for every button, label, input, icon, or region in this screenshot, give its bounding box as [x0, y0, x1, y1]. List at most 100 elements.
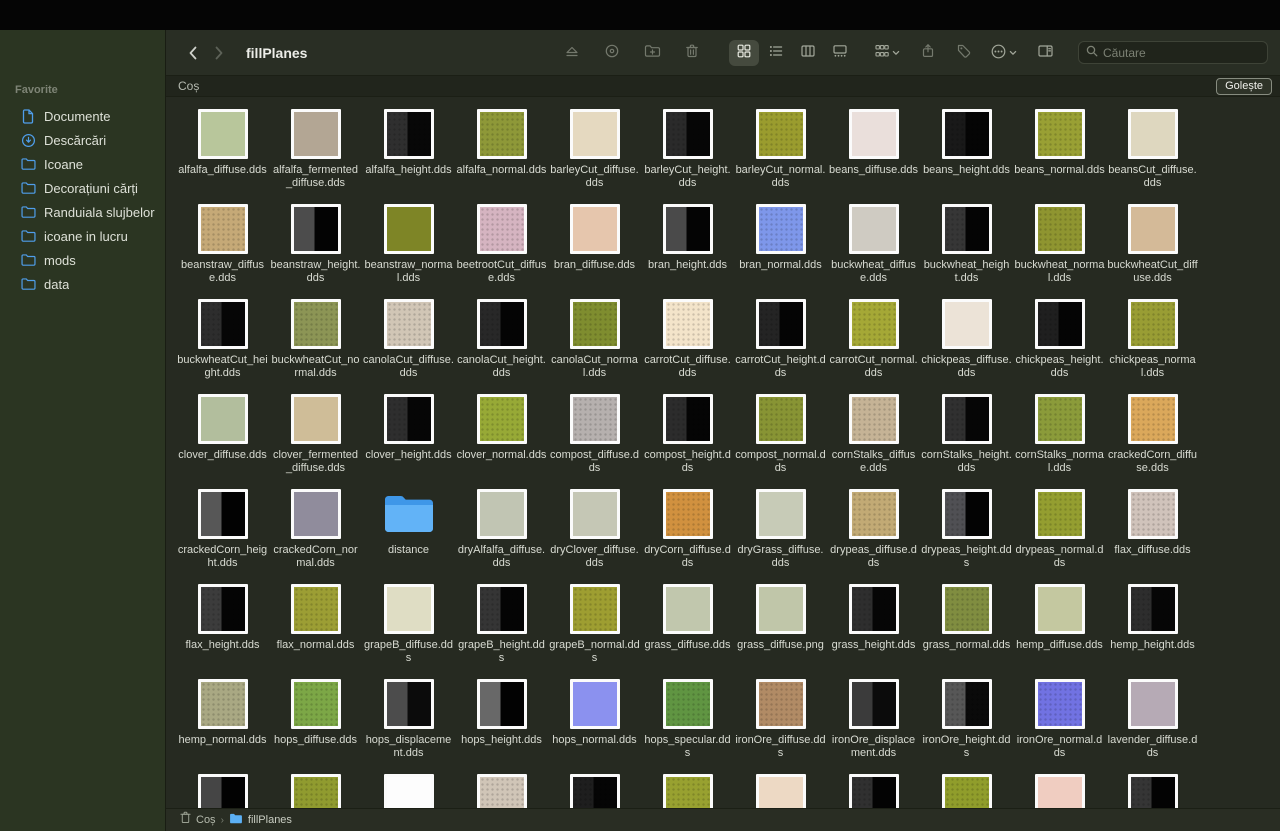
file-item[interactable]: carrotCut_normal.dds [827, 299, 920, 394]
sidebar-item-decoratiuni-carti[interactable]: Decorațiuni cărți [6, 176, 159, 200]
file-item[interactable]: flax_diffuse.dds [1106, 489, 1199, 584]
file-item[interactable]: chickpeas_normal.dds [1106, 299, 1199, 394]
file-item[interactable]: hemp_normal.dds [176, 679, 269, 774]
file-item[interactable]: dryClover_diffuse.dds [548, 489, 641, 584]
file-item[interactable]: cornStalks_normal.dds [1013, 394, 1106, 489]
breadcrumb-folder[interactable]: fillPlanes [248, 814, 292, 826]
file-item[interactable]: compost_diffuse.dds [548, 394, 641, 489]
file-item[interactable]: clover_height.dds [362, 394, 455, 489]
file-item[interactable]: hops_specular.dds [641, 679, 734, 774]
file-item[interactable]: clover_diffuse.dds [176, 394, 269, 489]
file-item[interactable]: grass_normal.dds [920, 584, 1013, 679]
file-item[interactable]: buckwheat_diffuse.dds [827, 204, 920, 299]
breadcrumb-trash[interactable]: Coș [196, 814, 216, 826]
file-item[interactable]: chickpeas_height.dds [1013, 299, 1106, 394]
tags-button[interactable] [949, 40, 979, 66]
file-item[interactable]: canolaCut_normal.dds [548, 299, 641, 394]
file-item[interactable]: buckwheat_height.dds [920, 204, 1013, 299]
file-item[interactable] [176, 774, 269, 808]
file-item[interactable]: flax_height.dds [176, 584, 269, 679]
eject-button[interactable] [557, 40, 587, 66]
file-item[interactable]: alfalfa_height.dds [362, 109, 455, 204]
file-item[interactable]: grapeB_diffuse.dds [362, 584, 455, 679]
file-item[interactable]: bran_normal.dds [734, 204, 827, 299]
file-item[interactable]: beanstraw_diffuse.dds [176, 204, 269, 299]
file-item[interactable]: grapeB_height.dds [455, 584, 548, 679]
file-item[interactable] [548, 774, 641, 808]
file-item[interactable]: buckwheatCut_diffuse.dds [1106, 204, 1199, 299]
file-item[interactable]: ironOre_diffuse.dds [734, 679, 827, 774]
disc-button[interactable] [597, 40, 627, 66]
file-item[interactable] [920, 774, 1013, 808]
file-item[interactable] [269, 774, 362, 808]
view-columns-button[interactable] [793, 40, 823, 66]
file-item[interactable] [641, 774, 734, 808]
file-item[interactable]: buckwheatCut_height.dds [176, 299, 269, 394]
sidebar-item-mods[interactable]: mods [6, 248, 159, 272]
preview-panel-button[interactable] [1030, 40, 1060, 66]
empty-trash-button[interactable]: Golește [1216, 78, 1272, 95]
sidebar-item-icoane[interactable]: Icoane [6, 152, 159, 176]
file-item[interactable]: alfalfa_diffuse.dds [176, 109, 269, 204]
sidebar-item-documente[interactable]: Documente [6, 104, 159, 128]
file-item[interactable]: compost_height.dds [641, 394, 734, 489]
file-item[interactable]: barleyCut_diffuse.dds [548, 109, 641, 204]
file-item[interactable]: beans_height.dds [920, 109, 1013, 204]
file-item[interactable]: flax_normal.dds [269, 584, 362, 679]
sidebar-item-randuiala-slujbelor[interactable]: Randuiala slujbelor [6, 200, 159, 224]
file-item[interactable]: canolaCut_diffuse.dds [362, 299, 455, 394]
forward-button[interactable] [206, 40, 232, 66]
file-item[interactable]: lavender_diffuse.dds [1106, 679, 1199, 774]
file-item[interactable]: clover_normal.dds [455, 394, 548, 489]
file-item[interactable]: drypeas_height.dds [920, 489, 1013, 584]
file-item[interactable]: grass_diffuse.png [734, 584, 827, 679]
file-item[interactable]: grapeB_normal.dds [548, 584, 641, 679]
file-item[interactable]: buckwheat_normal.dds [1013, 204, 1106, 299]
file-item[interactable]: carrotCut_height.dds [734, 299, 827, 394]
file-item[interactable]: drypeas_diffuse.dds [827, 489, 920, 584]
file-item[interactable]: hops_normal.dds [548, 679, 641, 774]
file-item[interactable]: carrotCut_diffuse.dds [641, 299, 734, 394]
file-item[interactable]: cornStalks_height.dds [920, 394, 1013, 489]
file-item[interactable]: alfalfa_normal.dds [455, 109, 548, 204]
file-item[interactable]: bran_height.dds [641, 204, 734, 299]
search-input[interactable] [1103, 46, 1260, 60]
file-item[interactable]: hemp_height.dds [1106, 584, 1199, 679]
file-item[interactable]: barleyCut_normal.dds [734, 109, 827, 204]
file-item[interactable]: hops_diffuse.dds [269, 679, 362, 774]
sidebar-item-data[interactable]: data [6, 272, 159, 296]
file-item[interactable]: ironOre_normal.dds [1013, 679, 1106, 774]
file-item[interactable] [455, 774, 548, 808]
file-item[interactable]: ironOre_height.dds [920, 679, 1013, 774]
file-item[interactable] [1013, 774, 1106, 808]
file-item[interactable]: bran_diffuse.dds [548, 204, 641, 299]
file-item[interactable] [827, 774, 920, 808]
file-item[interactable] [1106, 774, 1199, 808]
file-item[interactable]: crackedCorn_diffuse.dds [1106, 394, 1199, 489]
file-item[interactable]: buckwheatCut_normal.dds [269, 299, 362, 394]
file-item[interactable]: barleyCut_height.dds [641, 109, 734, 204]
file-item[interactable]: crackedCorn_height.dds [176, 489, 269, 584]
more-actions-button[interactable] [987, 40, 1020, 66]
delete-button[interactable] [677, 40, 707, 66]
file-item[interactable]: compost_normal.dds [734, 394, 827, 489]
file-item[interactable]: beetrootCut_diffuse.dds [455, 204, 548, 299]
view-grid-button[interactable] [729, 40, 759, 66]
file-item[interactable]: clover_fermented_diffuse.dds [269, 394, 362, 489]
file-item[interactable]: hops_height.dds [455, 679, 548, 774]
file-item[interactable]: beansCut_diffuse.dds [1106, 109, 1199, 204]
file-item[interactable]: canolaCut_height.dds [455, 299, 548, 394]
file-item[interactable] [734, 774, 827, 808]
sidebar-item-icoane-in-lucru[interactable]: icoane in lucru [6, 224, 159, 248]
file-item[interactable]: cornStalks_diffuse.dds [827, 394, 920, 489]
file-item[interactable]: dryCorn_diffuse.dds [641, 489, 734, 584]
sidebar-item-descarcari[interactable]: Descărcări [6, 128, 159, 152]
file-item[interactable]: grass_diffuse.dds [641, 584, 734, 679]
search-field[interactable] [1078, 41, 1268, 64]
group-button[interactable] [871, 40, 903, 66]
file-item[interactable]: ironOre_displacement.dds [827, 679, 920, 774]
file-item[interactable] [362, 774, 455, 808]
file-item[interactable]: beans_diffuse.dds [827, 109, 920, 204]
back-button[interactable] [180, 40, 206, 66]
file-item[interactable]: dryAlfalfa_diffuse.dds [455, 489, 548, 584]
